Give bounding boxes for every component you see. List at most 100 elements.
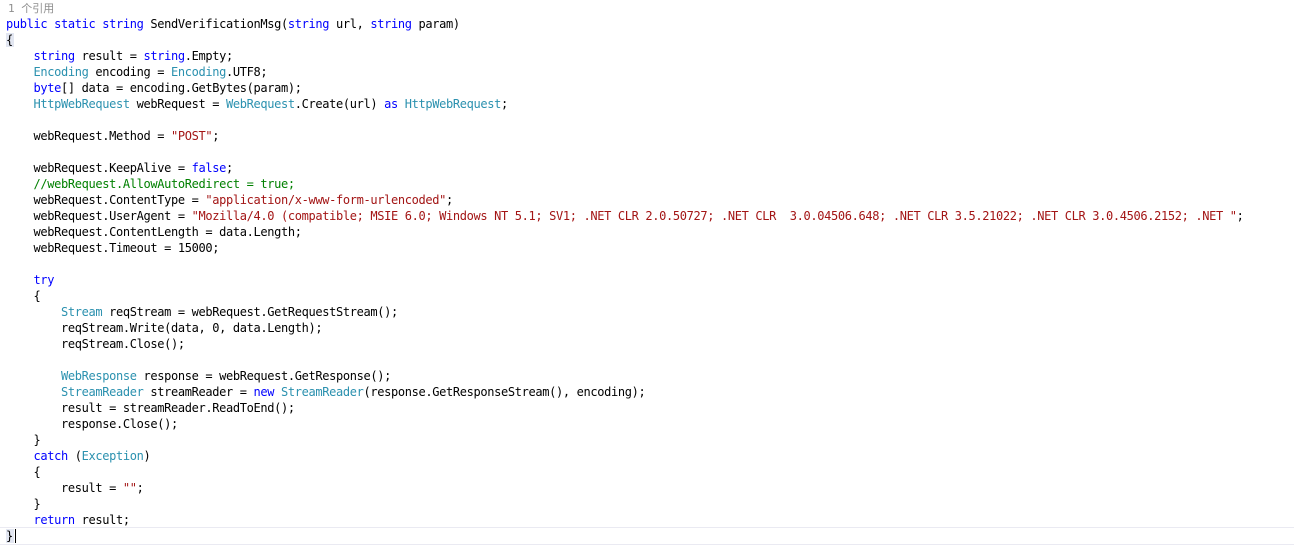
code-text: webRequest.Method = — [6, 129, 171, 143]
string-literal: "" — [122, 481, 137, 495]
code-text: ; — [446, 193, 453, 207]
code-line[interactable]: byte[] data = encoding.GetBytes(param); — [6, 80, 1243, 96]
code-line[interactable]: return result; — [6, 512, 1243, 528]
comment: //webRequest.AllowAutoRedirect = true; — [33, 177, 296, 191]
keyword: as — [384, 97, 398, 111]
code-text: param) — [411, 17, 460, 31]
code-text: { — [6, 465, 41, 479]
code-text: result = — [6, 481, 123, 495]
code-text: SendVerificationMsg( — [143, 17, 288, 31]
keyword: public — [6, 17, 48, 31]
code-text: { — [6, 289, 41, 303]
code-line[interactable] — [6, 256, 1243, 272]
code-text: webRequest.ContentType = — [6, 193, 206, 207]
code-text: ) — [143, 449, 151, 463]
code-text: webRequest.UserAgent = — [6, 209, 192, 223]
code-text: result = — [74, 49, 144, 63]
type-name: WebRequest — [226, 97, 295, 111]
code-text: ( — [67, 449, 82, 463]
code-text: webRequest.ContentLength = data.Length; — [6, 225, 302, 239]
type-name: StreamReader — [61, 385, 144, 399]
code-line[interactable]: webRequest.UserAgent = "Mozilla/4.0 (com… — [6, 208, 1243, 224]
code-line[interactable]: Encoding encoding = Encoding.UTF8; — [6, 64, 1243, 80]
code-line[interactable]: public static string SendVerificationMsg… — [6, 16, 1243, 32]
code-text: reqStream.Write(data, 0, data.Length); — [6, 321, 323, 335]
code-line[interactable]: reqStream.Close(); — [6, 336, 1243, 352]
code-text: ; — [1236, 209, 1244, 223]
code-text: { — [6, 33, 13, 47]
code-text: } — [6, 497, 41, 511]
code-line[interactable]: } — [6, 496, 1243, 512]
string-literal: "application/x-www-form-urlencoded" — [205, 193, 446, 207]
code-text: ; — [226, 161, 233, 175]
code-line[interactable]: { — [6, 288, 1243, 304]
code-line[interactable]: } — [6, 528, 1243, 544]
type-name: HttpWebRequest — [33, 97, 131, 111]
code-line[interactable]: { — [6, 32, 1243, 48]
code-text: .Create(url) — [294, 97, 385, 111]
code-text: url, — [329, 17, 371, 31]
code-text: (response.GetResponseStream(), encoding)… — [363, 385, 646, 399]
code-text: webRequest.Timeout = 15000; — [6, 241, 220, 255]
code-text: ; — [212, 129, 220, 143]
keyword: false — [191, 161, 227, 175]
code-line[interactable]: Stream reqStream = webRequest.GetRequest… — [6, 304, 1243, 320]
code-text: reqStream = webRequest.GetRequestStream(… — [102, 305, 398, 319]
string-literal: "Mozilla/4.0 (compatible; MSIE 6.0; Wind… — [191, 209, 1237, 223]
code-line[interactable]: try — [6, 272, 1243, 288]
code-text: .Empty; — [184, 49, 233, 63]
code-line[interactable]: response.Close(); — [6, 416, 1243, 432]
keyword: try — [33, 273, 55, 287]
code-line[interactable]: catch (Exception) — [6, 448, 1243, 464]
code-line[interactable]: //webRequest.AllowAutoRedirect = true; — [6, 176, 1243, 192]
type-name: Exception — [81, 449, 144, 463]
code-line[interactable]: webRequest.KeepAlive = false; — [6, 160, 1243, 176]
code-line[interactable]: webRequest.Timeout = 15000; — [6, 240, 1243, 256]
keyword: byte — [33, 81, 62, 95]
code-line[interactable] — [6, 352, 1243, 368]
code-line[interactable]: WebResponse response = webRequest.GetRes… — [6, 368, 1243, 384]
text-caret — [15, 529, 16, 543]
code-line[interactable]: result = streamReader.ReadToEnd(); — [6, 400, 1243, 416]
code-text: .UTF8; — [226, 65, 268, 79]
code-line[interactable]: HttpWebRequest webRequest = WebRequest.C… — [6, 96, 1243, 112]
code-text: } — [6, 433, 41, 447]
code-line[interactable] — [6, 112, 1243, 128]
code-line[interactable] — [6, 144, 1243, 160]
code-text: result; — [74, 513, 130, 527]
code-line[interactable]: reqStream.Write(data, 0, data.Length); — [6, 320, 1243, 336]
keyword: string — [287, 17, 330, 31]
keyword: string — [370, 17, 412, 31]
keyword: string — [143, 49, 186, 63]
keyword: static — [54, 17, 96, 31]
code-line[interactable]: StreamReader streamReader = new StreamRe… — [6, 384, 1243, 400]
type-name: Stream — [61, 305, 103, 319]
code-editor[interactable]: 1 个引用 public static string SendVerificat… — [0, 0, 1294, 549]
code-text: ; — [501, 97, 508, 111]
code-text: [] data = encoding.GetBytes(param); — [61, 81, 302, 95]
code-text: webRequest.KeepAlive = — [6, 161, 192, 175]
code-line[interactable]: { — [6, 464, 1243, 480]
code-text: result = streamReader.ReadToEnd(); — [6, 401, 295, 415]
code-text: ; — [136, 481, 144, 495]
code-text: reqStream.Close(); — [6, 337, 185, 351]
codelens-references[interactable]: 1 个引用 — [8, 1, 54, 16]
code-text: } — [6, 529, 13, 543]
code-line[interactable]: result = ""; — [6, 480, 1243, 496]
code-line[interactable]: string result = string.Empty; — [6, 48, 1243, 64]
code-line[interactable]: webRequest.Method = "POST"; — [6, 128, 1243, 144]
code-line[interactable]: webRequest.ContentLength = data.Length; — [6, 224, 1243, 240]
code-line[interactable]: webRequest.ContentType = "application/x-… — [6, 192, 1243, 208]
code-text: encoding = — [88, 65, 171, 79]
code-line[interactable]: } — [6, 432, 1243, 448]
type-name: StreamReader — [281, 385, 364, 399]
